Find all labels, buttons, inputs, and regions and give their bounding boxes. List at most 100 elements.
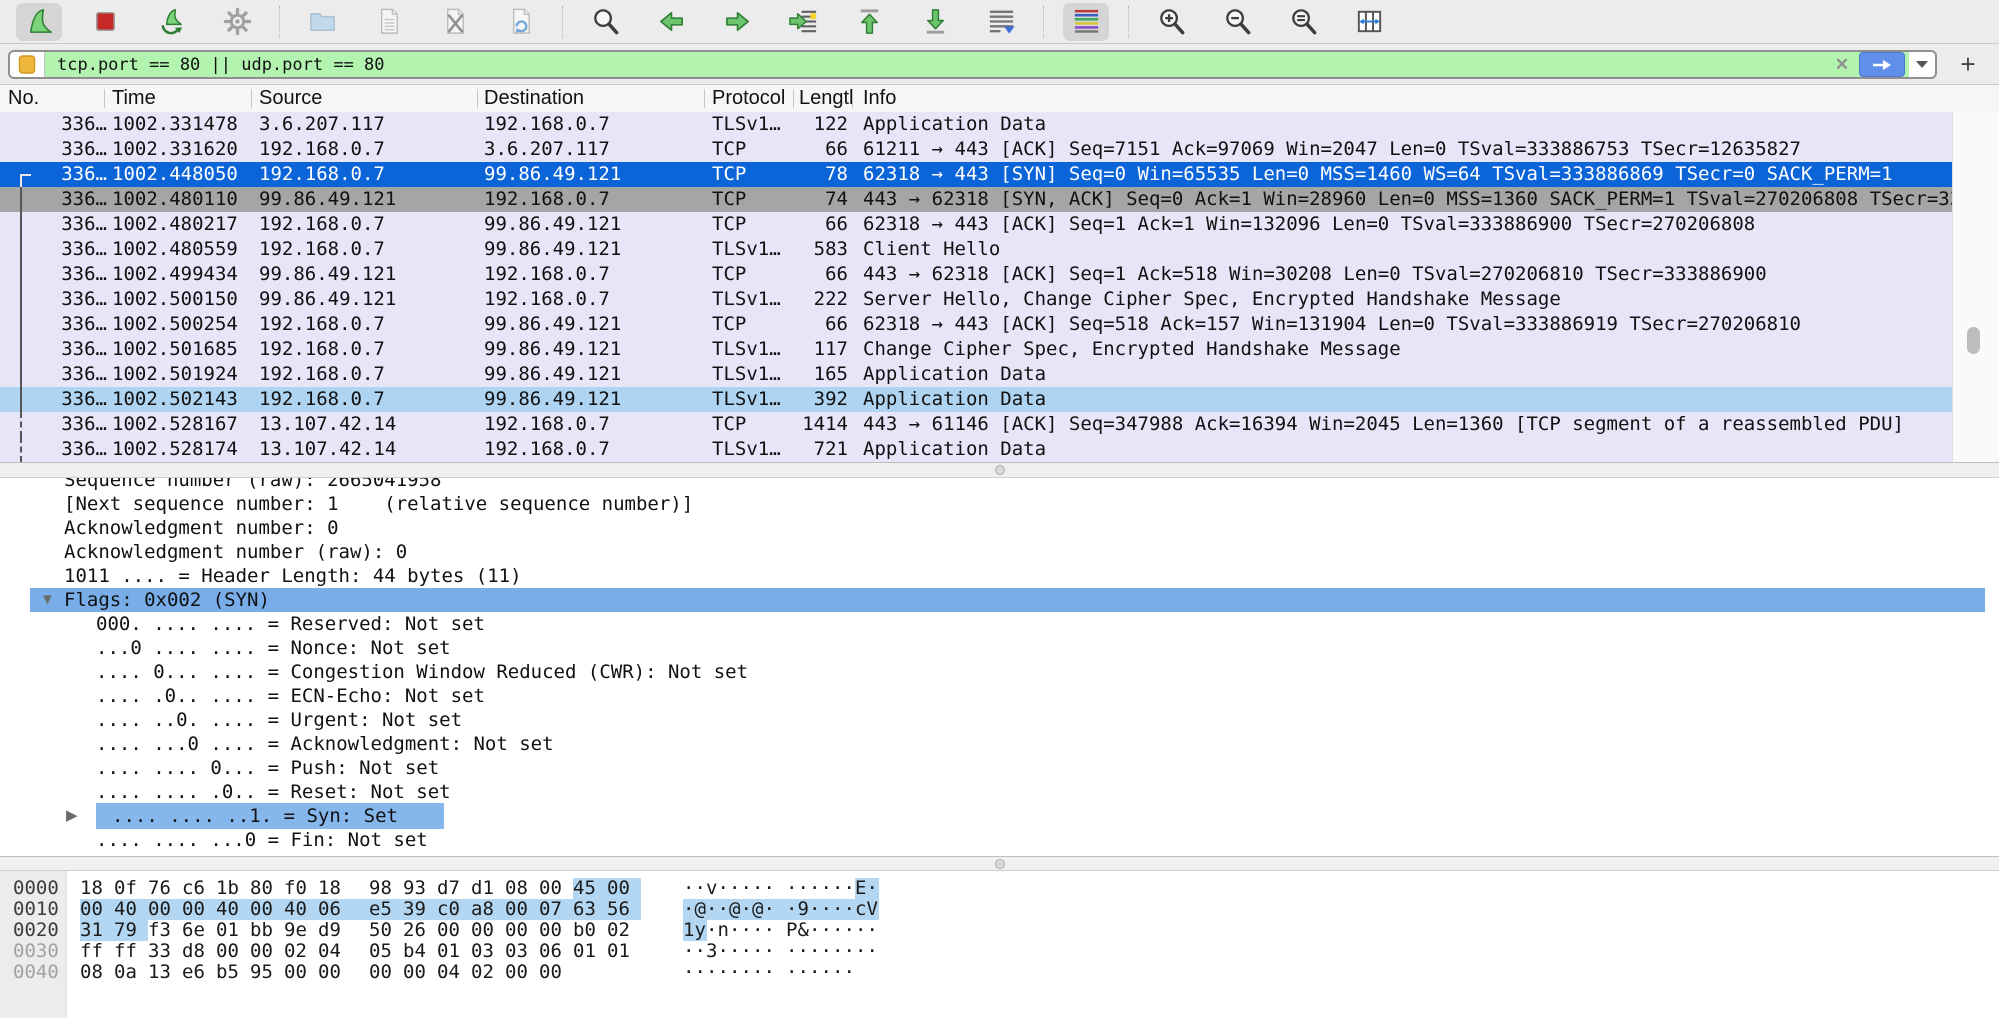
detail-line[interactable]: 1011 .... = Header Length: 44 bytes (11) (0, 564, 1999, 588)
hex-byte[interactable]: 26 (403, 920, 437, 941)
ascii-char[interactable]: · (809, 962, 821, 983)
ascii-char[interactable]: · (821, 962, 833, 983)
ascii-char[interactable]: · (844, 941, 856, 962)
hex-byte[interactable]: 00 (505, 899, 539, 920)
hex-byte[interactable]: 00 (403, 962, 437, 983)
ascii-char[interactable]: · (798, 941, 810, 962)
hex-byte[interactable]: 00 (250, 941, 284, 962)
packet-row[interactable]: 336…1002.501685192.168.0.799.86.49.121TL… (0, 337, 1952, 362)
ascii-char[interactable]: & (798, 920, 810, 941)
packet-row[interactable]: 336…1002.502143192.168.0.799.86.49.121TL… (0, 387, 1952, 412)
ascii-char[interactable]: · (844, 920, 856, 941)
hex-byte[interactable]: 00 (437, 920, 471, 941)
packet-row[interactable]: 336…1002.48011099.86.49.121192.168.0.7TC… (0, 187, 1952, 212)
column-header-source[interactable]: Source (259, 85, 473, 112)
hex-byte[interactable]: b5 (216, 962, 250, 983)
ascii-char[interactable]: · (832, 962, 844, 983)
detail-line[interactable]: .... .... 0... = Push: Not set (0, 756, 1999, 780)
column-separator[interactable] (793, 89, 794, 108)
ascii-char[interactable]: · (729, 920, 741, 941)
ascii-char[interactable]: · (741, 941, 753, 962)
hex-byte[interactable]: 01 (607, 941, 641, 962)
ascii-char[interactable]: · (855, 941, 867, 962)
hex-byte[interactable]: d9 (318, 920, 352, 941)
ascii-char[interactable]: · (786, 878, 798, 899)
go-back-button[interactable] (648, 3, 694, 41)
go-to-packet-button[interactable] (780, 3, 826, 41)
display-filter-input[interactable] (55, 54, 1829, 76)
detail-line[interactable]: .... ...0 .... = Acknowledgment: Not set (0, 732, 1999, 756)
ascii-char[interactable]: 1 (683, 920, 695, 941)
detail-line[interactable]: 000. .... .... = Reserved: Not set (0, 612, 1999, 636)
ascii-char[interactable]: · (832, 878, 844, 899)
ascii-char[interactable]: 9 (798, 899, 810, 920)
hex-byte[interactable]: 39 (403, 899, 437, 920)
hex-byte[interactable]: b0 (573, 920, 607, 941)
ascii-char[interactable]: · (809, 899, 821, 920)
ascii-char[interactable]: · (855, 920, 867, 941)
ascii-char[interactable]: n (718, 920, 730, 941)
resize-columns-button[interactable] (1346, 3, 1392, 41)
packet-row[interactable]: 336…1002.501924192.168.0.799.86.49.121TL… (0, 362, 1952, 387)
ascii-char[interactable]: · (798, 962, 810, 983)
hex-row[interactable]: 0000180f76c61b80f0189893d7d108004500··v·… (0, 878, 1999, 899)
hex-byte[interactable]: 02 (607, 920, 641, 941)
stop-capture-button[interactable] (82, 3, 128, 41)
ascii-char[interactable]: · (786, 899, 798, 920)
column-separator[interactable] (704, 89, 705, 108)
hex-byte[interactable]: 63 (573, 899, 607, 920)
ascii-char[interactable]: · (786, 962, 798, 983)
column-separator[interactable] (251, 89, 252, 108)
column-header-destination[interactable]: Destination (484, 85, 700, 112)
detail-line[interactable]: .... ..0. .... = Urgent: Not set (0, 708, 1999, 732)
hex-byte[interactable]: 04 (437, 962, 471, 983)
detail-line[interactable]: [Next sequence number: 1 (relative seque… (0, 492, 1999, 516)
ascii-char[interactable]: · (706, 899, 718, 920)
hex-byte[interactable]: 50 (369, 920, 403, 941)
ascii-char[interactable]: · (683, 899, 695, 920)
ascii-char[interactable]: · (752, 962, 764, 983)
display-filter-field[interactable]: ✕ (8, 50, 1937, 79)
filter-bookmark-button[interactable] (10, 52, 45, 77)
ascii-char[interactable]: P (786, 920, 798, 941)
hex-byte[interactable]: 9e (284, 920, 318, 941)
ascii-char[interactable]: · (752, 878, 764, 899)
hex-byte[interactable]: 07 (539, 899, 573, 920)
hex-byte[interactable]: ff (114, 941, 148, 962)
hex-row[interactable]: 00203179f36e01bb9ed9502600000000b0021y·n… (0, 920, 1999, 941)
ascii-char[interactable]: · (844, 962, 856, 983)
go-last-packet-button[interactable] (912, 3, 958, 41)
hex-byte[interactable]: 00 (216, 941, 250, 962)
hex-byte[interactable]: e5 (369, 899, 403, 920)
hex-byte[interactable]: 13 (148, 962, 182, 983)
ascii-char[interactable]: · (821, 941, 833, 962)
detail-line[interactable]: .... .0.. .... = ECN-Echo: Not set (0, 684, 1999, 708)
ascii-char[interactable]: · (752, 941, 764, 962)
hex-row[interactable]: 0040080a13e6b5950000000004020000········… (0, 962, 1999, 983)
ascii-char[interactable]: v (706, 878, 718, 899)
open-file-button[interactable] (299, 3, 345, 41)
zoom-reset-button[interactable] (1280, 3, 1326, 41)
ascii-char[interactable]: · (718, 941, 730, 962)
start-capture-button[interactable] (16, 3, 62, 41)
hex-row[interactable]: 0030ffff33d80000020405b4010303060101··3·… (0, 941, 1999, 962)
packet-list-scrollbar[interactable] (1952, 112, 1999, 462)
ascii-char[interactable]: · (695, 962, 707, 983)
hex-byte[interactable]: f3 (148, 920, 182, 941)
ascii-char[interactable]: · (844, 878, 856, 899)
save-file-button[interactable] (365, 3, 411, 41)
ascii-char[interactable]: · (786, 941, 798, 962)
hex-byte[interactable]: 18 (318, 878, 352, 899)
hex-byte[interactable]: 56 (607, 899, 641, 920)
ascii-char[interactable]: @ (752, 899, 764, 920)
ascii-char[interactable]: · (729, 878, 741, 899)
hex-byte[interactable]: 00 (80, 899, 114, 920)
ascii-char[interactable]: · (764, 878, 776, 899)
packet-row[interactable]: 336…1002.52817413.107.42.14192.168.0.7TL… (0, 437, 1952, 462)
zoom-in-button[interactable] (1148, 3, 1194, 41)
hex-byte[interactable]: 79 (114, 920, 148, 941)
hex-byte[interactable]: bb (250, 920, 284, 941)
ascii-char[interactable]: · (695, 878, 707, 899)
ascii-char[interactable]: · (867, 878, 879, 899)
ascii-char[interactable]: · (832, 899, 844, 920)
